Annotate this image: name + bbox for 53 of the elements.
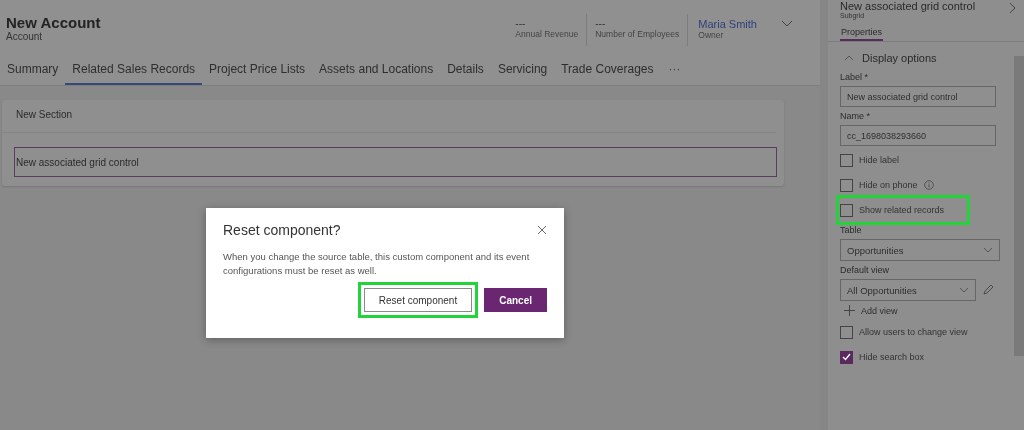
checkbox-label: Hide on phone bbox=[859, 180, 918, 190]
record-type: Account bbox=[6, 31, 44, 42]
field-label: Table bbox=[840, 225, 863, 235]
chevron-icon bbox=[844, 55, 854, 61]
panel-title: New associated grid control bbox=[840, 0, 977, 12]
field-label: Name * bbox=[840, 111, 871, 121]
chevron-down-icon bbox=[983, 247, 993, 253]
grid-control[interactable]: New associated grid control bbox=[14, 147, 777, 177]
more-tabs-button[interactable]: ··· bbox=[660, 58, 689, 80]
field-value: --- bbox=[515, 18, 526, 29]
text-field[interactable]: cc_1698038293660 bbox=[840, 125, 996, 146]
owner-link[interactable]: Maria Smith bbox=[698, 18, 757, 30]
field-label: Default view bbox=[840, 265, 891, 275]
checkbox-label: Show related records bbox=[859, 205, 945, 215]
panel-tab[interactable]: Properties bbox=[840, 25, 884, 41]
checkbox[interactable] bbox=[840, 178, 853, 192]
record-title: New Account bbox=[6, 14, 102, 31]
section-toggle[interactable]: Display options bbox=[840, 48, 941, 68]
close-icon[interactable] bbox=[537, 225, 547, 235]
section-title: New Section bbox=[2, 100, 776, 133]
dialog-title: Reset component? bbox=[223, 222, 341, 238]
tab[interactable]: Details bbox=[440, 58, 491, 83]
tab[interactable]: Project Price Lists bbox=[202, 58, 313, 83]
field-label: Owner bbox=[698, 30, 725, 40]
field-label: Label * bbox=[840, 72, 870, 82]
checkbox-label: Allow users to change view bbox=[859, 327, 968, 337]
dropdown[interactable]: Opportunities bbox=[840, 239, 1000, 261]
tab[interactable]: Trade Coverages bbox=[554, 58, 661, 83]
info-icon[interactable] bbox=[923, 180, 934, 190]
chevron-down-icon bbox=[959, 287, 969, 293]
reset-button[interactable]: Reset component bbox=[363, 288, 473, 312]
tab[interactable]: Servicing bbox=[490, 58, 555, 83]
chevron-right-icon[interactable] bbox=[1009, 2, 1016, 14]
tab[interactable]: Assets and Locations bbox=[312, 58, 441, 83]
checkbox-label: Hide search box bbox=[859, 352, 925, 362]
checkbox[interactable] bbox=[840, 325, 853, 339]
field-label: Annual Revenue bbox=[515, 29, 579, 39]
checkbox[interactable] bbox=[840, 350, 853, 364]
checkbox[interactable] bbox=[840, 203, 853, 217]
cancel-button[interactable]: Cancel bbox=[484, 288, 547, 312]
tab[interactable]: Related Sales Records bbox=[65, 58, 203, 85]
plus-icon bbox=[844, 305, 855, 316]
checkbox[interactable] bbox=[840, 153, 853, 167]
dropdown[interactable]: All Opportunities bbox=[840, 279, 976, 301]
chevron-down-icon[interactable] bbox=[781, 20, 794, 28]
pencil-icon[interactable] bbox=[982, 284, 994, 296]
tab[interactable]: Summary bbox=[0, 58, 66, 83]
text-field[interactable]: New associated grid control bbox=[840, 86, 996, 107]
field-label: Number of Employees bbox=[595, 29, 680, 39]
add-view-button[interactable]: Add view bbox=[840, 303, 902, 318]
field-value: --- bbox=[595, 18, 606, 29]
checkbox-label: Hide label bbox=[859, 155, 900, 165]
dialog-message: When you change the source table, this custom component and its event configurations must be reset as well. bbox=[223, 250, 531, 278]
